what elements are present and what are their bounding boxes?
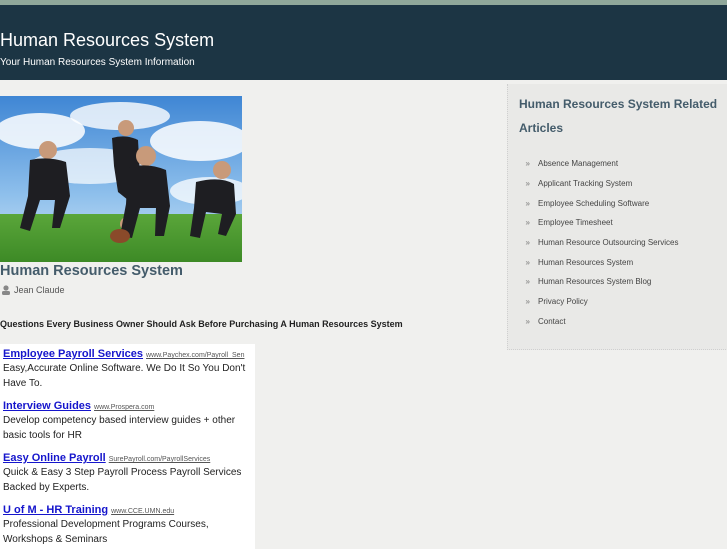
article-headline: Questions Every Business Owner Should As… [0, 319, 403, 329]
sidebar-item-label[interactable]: Human Resources System [538, 258, 633, 267]
site-header: Human Resources System Your Human Resour… [0, 5, 727, 80]
ad-description: Easy,Accurate Online Software. We Do It … [3, 363, 246, 389]
ad-block: Employee Payroll Services www.Paychex.com… [0, 344, 255, 549]
sidebar-item[interactable]: » Human Resources System [508, 252, 727, 272]
sidebar-item-label[interactable]: Privacy Policy [538, 297, 588, 306]
sidebar-item-label[interactable]: Human Resources System Blog [538, 277, 651, 286]
sidebar-item[interactable]: » Contact [508, 312, 727, 332]
sidebar-item[interactable]: » Applicant Tracking System [508, 174, 727, 194]
ad-item: U of M - HR Training www.CCE.UMN.edu Prof… [0, 500, 255, 547]
bullet-icon: » [525, 198, 530, 208]
post-title[interactable]: Human Resources System [0, 263, 183, 279]
sidebar-item-label[interactable]: Employee Timesheet [538, 218, 613, 227]
sidebar-item-label[interactable]: Absence Management [538, 159, 618, 168]
sidebar-title: Human Resources System Related Articles [519, 97, 718, 135]
sidebar-item-label[interactable]: Employee Scheduling Software [538, 199, 649, 208]
businessmen-football-photo [0, 96, 242, 262]
ad-title-link[interactable]: Interview Guides [3, 400, 91, 412]
sidebar-item[interactable]: » Absence Management [508, 154, 727, 174]
ad-title-link[interactable]: Easy Online Payroll [3, 452, 106, 464]
sidebar-article-list: » Absence Management » Applicant Tracking … [508, 154, 727, 331]
sidebar-item[interactable]: » Human Resources System Blog [508, 272, 727, 292]
bullet-icon: » [525, 297, 530, 307]
ad-url-link[interactable]: www.CCE.UMN.edu [111, 508, 174, 515]
sidebar: Human Resources System Related Articles … [507, 84, 727, 350]
user-icon [0, 284, 12, 296]
site-title[interactable]: Human Resources System [0, 30, 214, 51]
ad-url-link[interactable]: SurePayroll.com/PayrollServices [109, 456, 211, 463]
ad-description: Professional Development Programs Course… [3, 519, 209, 545]
sidebar-item[interactable]: » Employee Scheduling Software [508, 193, 727, 213]
bullet-icon: » [525, 218, 530, 228]
ad-url-link[interactable]: www.Prospera.com [94, 404, 154, 411]
ad-title-link[interactable]: Employee Payroll Services [3, 348, 143, 360]
bullet-icon: » [525, 277, 530, 287]
site-tagline: Your Human Resources System Information [0, 57, 195, 68]
bullet-icon: » [525, 179, 530, 189]
bullet-icon: » [525, 257, 530, 267]
bullet-icon: » [525, 238, 530, 248]
sidebar-item[interactable]: » Employee Timesheet [508, 213, 727, 233]
ad-title-link[interactable]: U of M - HR Training [3, 504, 108, 516]
sidebar-item-label[interactable]: Contact [538, 317, 566, 326]
ad-description: Quick & Easy 3 Step Payroll Process Payr… [3, 467, 242, 493]
ad-item: Employee Payroll Services www.Paychex.com… [0, 344, 255, 391]
ad-description: Develop competency based interview guide… [3, 415, 236, 441]
author-name: Jean Claude [14, 285, 65, 295]
bullet-icon: » [525, 159, 530, 169]
post-author: Jean Claude [0, 284, 65, 296]
featured-photo [0, 96, 242, 262]
ad-url-link[interactable]: www.Paychex.com/Payroll_Sen [146, 352, 244, 359]
sidebar-item[interactable]: » Human Resource Outsourcing Services [508, 233, 727, 253]
sidebar-item[interactable]: » Privacy Policy [508, 292, 727, 312]
bullet-icon: » [525, 316, 530, 326]
sidebar-item-label[interactable]: Applicant Tracking System [538, 179, 632, 188]
ad-item: Interview Guides www.Prospera.com Develop… [0, 396, 255, 443]
ad-item: Easy Online Payroll SurePayroll.com/Payro… [0, 448, 255, 495]
sidebar-item-label[interactable]: Human Resource Outsourcing Services [538, 238, 679, 247]
